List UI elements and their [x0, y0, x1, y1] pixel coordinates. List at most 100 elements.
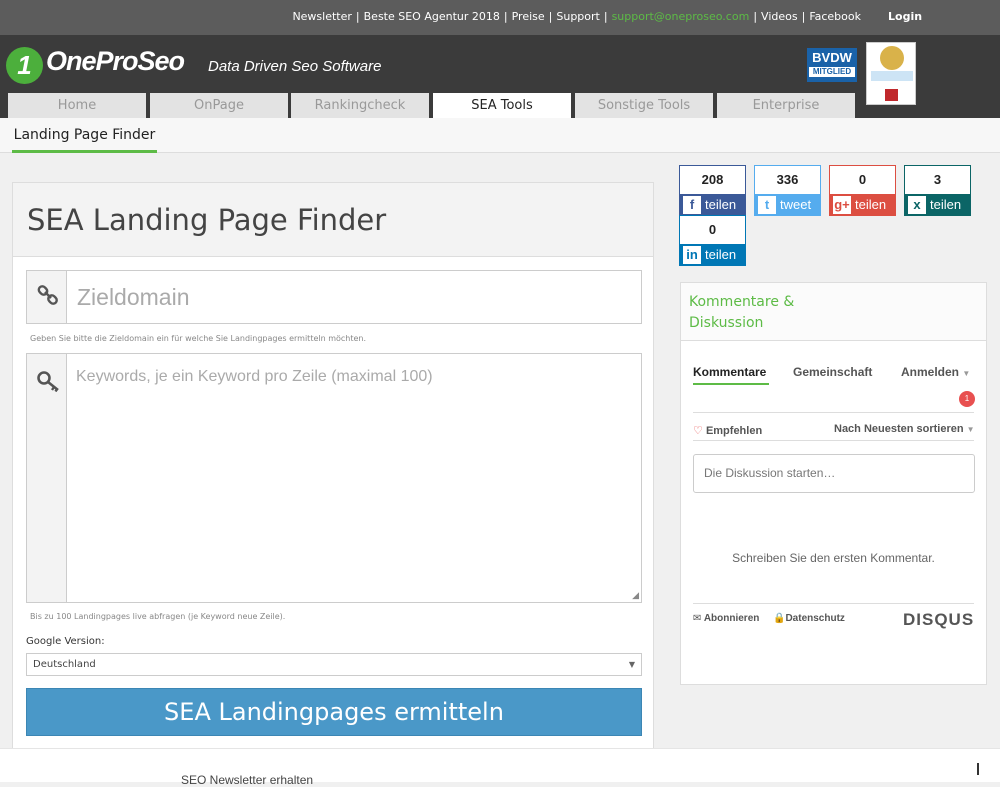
tab-rankingcheck[interactable]: Rankingcheck: [291, 93, 429, 118]
sub-navigation: Landing Page Finder: [0, 118, 1000, 153]
google-plus-icon: g+: [833, 196, 851, 214]
logo-text[interactable]: OneProSeo: [46, 46, 185, 77]
domain-addon: [27, 271, 67, 323]
recommend-label: Empfehlen: [705, 425, 763, 437]
share-bar: t tweet: [755, 194, 820, 216]
login-link[interactable]: Login: [888, 10, 922, 23]
top-links: Newsletter | Beste SEO Agentur 2018 | Preise…: [292, 10, 861, 23]
tab-gemeinschaft[interactable]: Gemeinschaft: [793, 365, 872, 379]
subscribe-label: Abonnieren: [703, 613, 760, 624]
tab-anmelden[interactable]: Anmelden ▼: [901, 365, 970, 379]
comments-title: Kommentare & Diskussion: [689, 294, 795, 331]
agentur-link[interactable]: Beste SEO Agentur 2018: [364, 10, 500, 23]
domain-help-text: Geben Sie bitte die Zieldomain ein für w…: [30, 334, 367, 343]
page-title: SEA Landing Page Finder: [27, 203, 387, 237]
footer-bar: SEO Newsletter erhalten: [0, 748, 1000, 787]
xing-icon: x: [908, 196, 926, 214]
top-bar: Newsletter | Beste SEO Agentur 2018 | Preise…: [0, 0, 1000, 35]
linkedin-icon: in: [683, 246, 701, 264]
award-badge-icon: [866, 42, 916, 105]
divider: [693, 412, 974, 413]
subnav-landing-page-finder[interactable]: Landing Page Finder: [12, 118, 157, 153]
share-label: teilen: [705, 247, 737, 262]
tab-kommentare[interactable]: Kommentare: [693, 365, 766, 379]
submit-button[interactable]: SEA Landingpages ermitteln: [26, 688, 642, 736]
keywords-textarea[interactable]: Keywords, je ein Keyword pro Zeile (maxi…: [76, 368, 433, 386]
tab-sonstige-tools[interactable]: Sonstige Tools: [575, 93, 713, 118]
bvdw-badge-title: BVDW: [812, 50, 852, 65]
active-tab-underline: [693, 383, 769, 385]
bvdw-badge-subtitle: MITGLIED: [809, 67, 855, 77]
google-version-select[interactable]: Deutschland ▼: [26, 653, 642, 676]
mail-icon: ✉: [693, 613, 702, 624]
comments-header: Kommentare & Diskussion: [681, 283, 986, 341]
bvdw-badge: BVDW MITGLIED: [807, 48, 857, 82]
notification-badge[interactable]: 1: [959, 391, 975, 407]
share-linkedin[interactable]: 0 in teilen: [679, 215, 746, 266]
keywords-input-group: Keywords, je ein Keyword pro Zeile (maxi…: [26, 353, 642, 603]
chevron-down-icon: ▼: [962, 369, 971, 378]
videos-link[interactable]: Videos: [761, 10, 798, 23]
share-label: tweet: [780, 197, 812, 212]
google-version-label: Google Version:: [26, 636, 105, 647]
keywords-addon: [27, 354, 67, 602]
sort-dropdown[interactable]: Nach Neuesten sortieren ▼: [834, 423, 975, 435]
share-facebook[interactable]: 208 f teilen: [679, 165, 746, 216]
divider: [693, 603, 974, 604]
privacy-label: Datenschutz: [785, 613, 845, 624]
facebook-icon: f: [683, 196, 701, 214]
chevron-down-icon: ▼: [628, 660, 635, 669]
share-count: 0: [858, 172, 867, 187]
share-bar: f teilen: [680, 194, 745, 216]
heart-icon: ♡: [693, 425, 703, 437]
domain-input-group: Zieldomain: [26, 270, 642, 324]
comment-input[interactable]: Die Diskussion starten…: [693, 454, 975, 493]
tab-home[interactable]: Home: [8, 93, 146, 118]
newsletter-link[interactable]: Newsletter: [292, 10, 351, 23]
share-count: 336: [776, 172, 799, 187]
share-google-plus[interactable]: 0 g+ teilen: [829, 165, 896, 216]
anmelden-label: Anmelden: [901, 365, 960, 379]
share-label: teilen: [705, 197, 737, 212]
key-icon: [37, 370, 61, 398]
logo-icon[interactable]: 1: [6, 47, 43, 84]
google-version-value: Deutschland: [33, 659, 96, 670]
preise-link[interactable]: Preise: [512, 10, 545, 23]
share-count: 208: [701, 172, 724, 187]
cursor-divider: [977, 763, 979, 775]
share-xing[interactable]: 3 x teilen: [904, 165, 971, 216]
sort-label: Nach Neuesten sortieren: [834, 423, 964, 435]
privacy-link[interactable]: 🔒Datenschutz: [773, 613, 845, 624]
share-bar: x teilen: [905, 194, 970, 216]
divider: [693, 440, 974, 441]
support-email-link[interactable]: support@oneproseo.com: [612, 10, 750, 23]
keywords-help-text: Bis zu 100 Landingpages live abfragen (j…: [30, 612, 286, 621]
tab-sea-tools[interactable]: SEA Tools: [433, 93, 571, 118]
link-icon: [37, 284, 59, 312]
tagline: Data Driven Seo Software: [208, 58, 382, 75]
share-bar: in teilen: [680, 244, 745, 266]
twitter-icon: t: [758, 196, 776, 214]
tab-enterprise[interactable]: Enterprise: [717, 93, 855, 118]
empty-comments-text: Schreiben Sie den ersten Kommentar.: [732, 551, 935, 565]
recommend-button[interactable]: ♡ Empfehlen: [693, 424, 762, 437]
tool-panel: SEA Landing Page Finder Zieldomain Geben…: [12, 182, 654, 752]
lock-icon: 🔒: [773, 613, 786, 624]
chevron-down-icon: ▼: [966, 425, 975, 434]
share-bar: g+ teilen: [830, 194, 895, 216]
share-count: 3: [933, 172, 942, 187]
share-twitter[interactable]: 336 t tweet: [754, 165, 821, 216]
comments-panel: Kommentare & Diskussion Kommentare Gemei…: [680, 282, 987, 685]
tab-onpage[interactable]: OnPage: [150, 93, 288, 118]
disqus-logo[interactable]: DISQUS: [903, 610, 974, 630]
share-label: teilen: [930, 197, 962, 212]
support-link[interactable]: Support: [556, 10, 599, 23]
newsletter-signup-text: SEO Newsletter erhalten: [181, 773, 314, 787]
domain-input[interactable]: Zieldomain: [77, 284, 190, 311]
share-count: 0: [708, 222, 717, 237]
subscribe-link[interactable]: ✉ Abonnieren: [693, 613, 759, 624]
facebook-link[interactable]: Facebook: [809, 10, 861, 23]
resize-handle-icon[interactable]: ◢: [632, 590, 639, 601]
panel-header: SEA Landing Page Finder: [13, 183, 653, 257]
share-label: teilen: [855, 197, 887, 212]
